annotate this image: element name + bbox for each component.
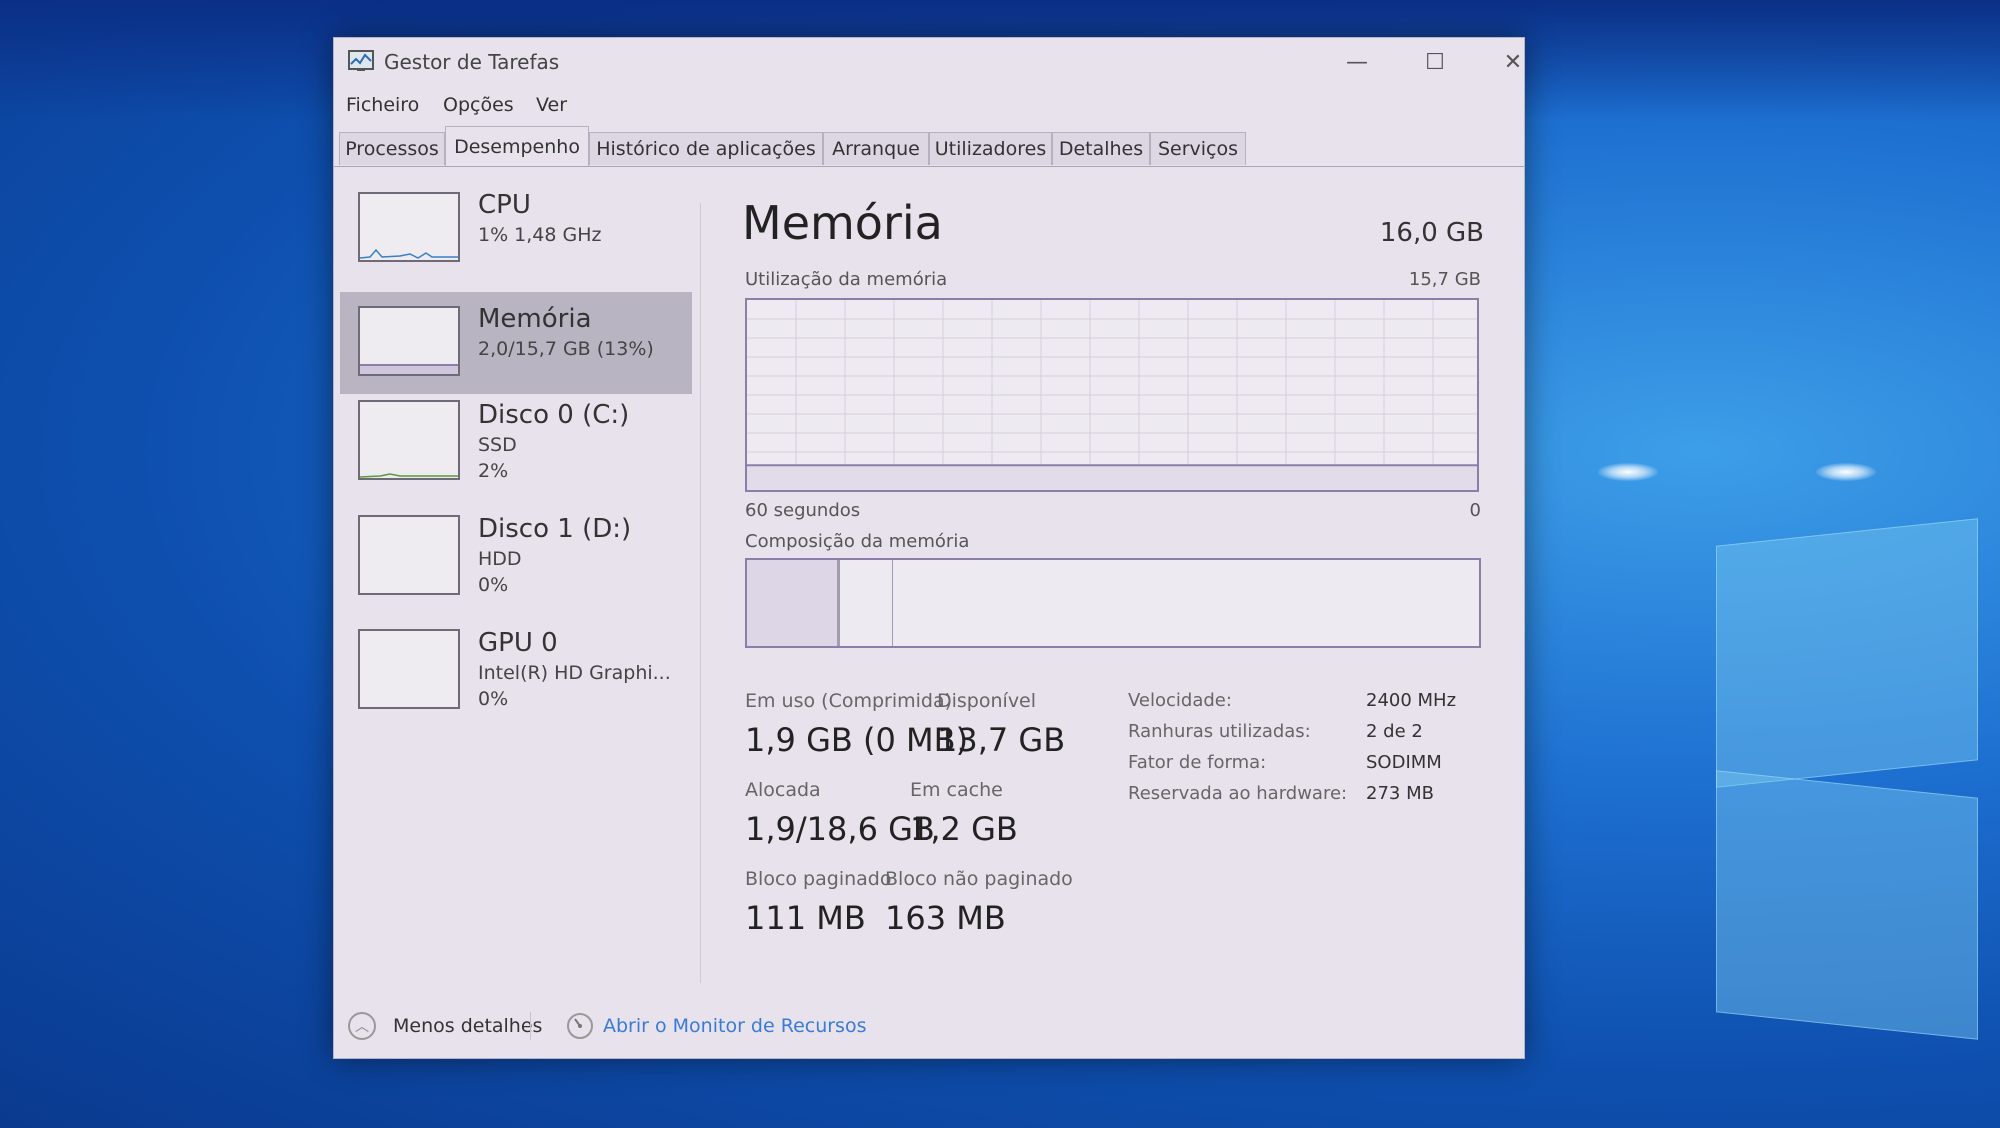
hardware-reserved-label: Reservada ao hardware:: [1128, 783, 1348, 804]
sidebar-item-memory[interactable]: Memória 2,0/15,7 GB (13%): [340, 292, 692, 394]
cpu-thumbnail-graph: [358, 192, 460, 262]
slots-label: Ranhuras utilizadas:: [1128, 721, 1311, 742]
light-glow: [1598, 463, 1658, 481]
footer-divider: [530, 1012, 531, 1040]
tab-app-history[interactable]: Histórico de aplicações: [589, 132, 823, 165]
resource-sidebar: CPU 1% 1,48 GHz Memória 2,0/15,7 GB (13%…: [334, 166, 696, 988]
menu-options[interactable]: Opções: [443, 94, 514, 116]
tab-bar: Processos Desempenho Histórico de aplica…: [334, 126, 1524, 167]
hardware-reserved-value: 273 MB: [1366, 783, 1434, 804]
resource-monitor-icon[interactable]: [566, 1012, 594, 1040]
paged-pool-label: Bloco paginado: [745, 868, 892, 890]
tab-startup[interactable]: Arranque: [823, 132, 929, 165]
sidebar-item-type: HDD: [478, 548, 522, 570]
memory-composition-bar: [745, 558, 1481, 648]
sidebar-item-cpu[interactable]: CPU 1% 1,48 GHz: [340, 188, 692, 284]
committed-value: 1,9/18,6 GB: [745, 810, 935, 848]
tab-services[interactable]: Serviços: [1150, 132, 1246, 165]
menu-file[interactable]: Ficheiro: [346, 94, 419, 116]
memory-detail-panel: Memória 16,0 GB Utilização da memória 15…: [704, 166, 1524, 1006]
sidebar-item-value: 2%: [478, 460, 509, 482]
time-axis-right: 0: [1469, 500, 1481, 521]
sidebar-divider: [700, 203, 701, 983]
speed-label: Velocidade:: [1128, 690, 1232, 711]
disk-0-thumbnail-graph: [358, 400, 460, 480]
sidebar-item-disk-0[interactable]: Disco 0 (C:) SSD 2%: [340, 396, 692, 504]
open-resource-monitor-link[interactable]: Abrir o Monitor de Recursos: [603, 1015, 866, 1037]
disk-1-thumbnail-graph: [358, 515, 460, 595]
windows-logo-wallpaper: [1700, 480, 2000, 1040]
paged-pool-value: 111 MB: [745, 899, 866, 937]
sidebar-item-type: SSD: [478, 434, 517, 456]
nonpaged-pool-label: Bloco não paginado: [885, 868, 1073, 890]
memory-thumbnail-graph: [358, 306, 460, 376]
task-manager-window: Gestor de Tarefas — ☐ ✕ Ficheiro Opções …: [333, 37, 1525, 1059]
sidebar-item-value: 0%: [478, 574, 509, 596]
chevron-up-icon[interactable]: ︿: [348, 1012, 376, 1040]
sidebar-item-type: Intel(R) HD Graphi...: [478, 662, 671, 684]
usage-area: [747, 465, 1477, 490]
composition-label: Composição da memória: [745, 531, 970, 552]
in-use-value: 1,9 GB (0 MB): [745, 721, 969, 759]
menu-view[interactable]: Ver: [536, 94, 567, 116]
memory-usage-graph: [745, 298, 1479, 492]
gpu-thumbnail-graph: [358, 629, 460, 709]
light-glow: [1816, 463, 1876, 481]
window-title: Gestor de Tarefas: [384, 50, 560, 74]
slots-value: 2 de 2: [1366, 721, 1423, 742]
sidebar-item-value: 1% 1,48 GHz: [478, 224, 602, 246]
nonpaged-pool-value: 163 MB: [885, 899, 1006, 937]
page-title: Memória: [742, 196, 943, 250]
sidebar-item-label: Disco 1 (D:): [478, 514, 632, 544]
tab-users[interactable]: Utilizadores: [929, 132, 1052, 165]
usage-graph-max: 15,7 GB: [1408, 269, 1481, 290]
tab-details[interactable]: Detalhes: [1052, 132, 1150, 165]
total-memory: 16,0 GB: [1379, 218, 1484, 248]
menu-bar: Ficheiro Opções Ver: [334, 90, 1524, 122]
maximize-button[interactable]: ☐: [1405, 44, 1465, 80]
sidebar-item-value: 0%: [478, 688, 509, 710]
tab-performance[interactable]: Desempenho: [445, 126, 589, 166]
available-value: 13,7 GB: [937, 721, 1066, 759]
composition-in-use: [747, 560, 840, 646]
footer: ︿ Menos detalhes Abrir o Monitor de Recu…: [334, 998, 1524, 1054]
sidebar-item-label: Memória: [478, 304, 592, 334]
sidebar-item-gpu-0[interactable]: GPU 0 Intel(R) HD Graphi... 0%: [340, 624, 692, 732]
cached-label: Em cache: [910, 779, 1003, 801]
task-manager-icon: [348, 50, 374, 71]
title-bar[interactable]: Gestor de Tarefas — ☐ ✕: [334, 38, 1524, 86]
in-use-label: Em uso (Comprimida): [745, 690, 953, 712]
speed-value: 2400 MHz: [1366, 690, 1457, 711]
committed-label: Alocada: [745, 779, 821, 801]
minimize-button[interactable]: —: [1327, 44, 1387, 80]
cached-value: 1,2 GB: [910, 810, 1018, 848]
sidebar-item-label: Disco 0 (C:): [478, 400, 630, 430]
time-axis-left: 60 segundos: [745, 500, 861, 521]
sidebar-item-disk-1[interactable]: Disco 1 (D:) HDD 0%: [340, 510, 692, 618]
tab-processes[interactable]: Processos: [339, 132, 445, 165]
form-factor-value: SODIMM: [1366, 752, 1442, 773]
available-label: Disponível: [937, 690, 1037, 712]
usage-graph-label: Utilização da memória: [745, 269, 948, 290]
fewer-details-link[interactable]: Menos detalhes: [393, 1015, 542, 1037]
sidebar-item-label: GPU 0: [478, 628, 558, 658]
sidebar-item-label: CPU: [478, 190, 531, 220]
form-factor-label: Fator de forma:: [1128, 752, 1267, 773]
composition-modified: [840, 560, 893, 646]
close-button[interactable]: ✕: [1483, 44, 1543, 80]
sidebar-item-value: 2,0/15,7 GB (13%): [478, 338, 654, 360]
